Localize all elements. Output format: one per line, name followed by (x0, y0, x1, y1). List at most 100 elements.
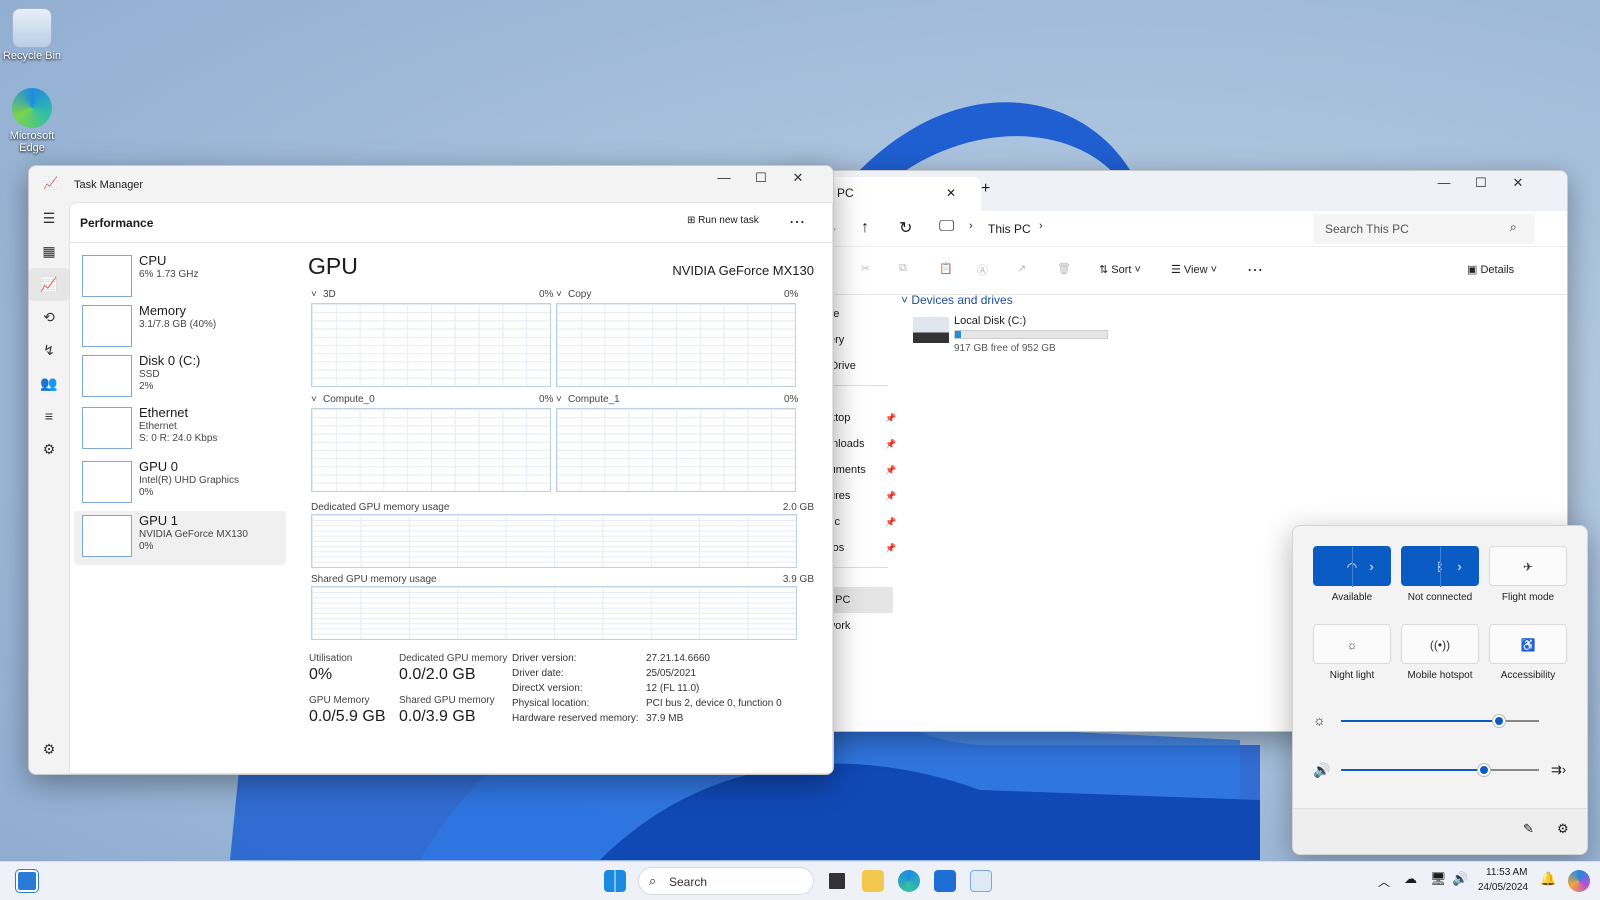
edit-icon[interactable]: ✎ (1523, 821, 1534, 837)
device-item-disk-0-c-[interactable]: Disk 0 (C:) SSD 2% (74, 351, 286, 405)
utilisation-label: Utilisation (309, 653, 353, 664)
brightness-fill (1341, 720, 1500, 722)
audio-output-icon[interactable]: ⇉› (1551, 762, 1566, 778)
accessibility-toggle[interactable]: ♿ (1489, 624, 1567, 664)
dedicated-memory-label: Dedicated GPU memory (399, 653, 508, 664)
hotspot-toggle[interactable]: ((•)) (1401, 624, 1479, 664)
engine-chevron-icon[interactable]: ˅ (556, 394, 562, 405)
more-options-button[interactable]: ⋯ (1247, 260, 1263, 280)
device-item-gpu-1[interactable]: GPU 1 NVIDIA GeForce MX130 0% (74, 511, 286, 565)
engine-graph (311, 303, 551, 387)
engine-name[interactable]: Compute_1 (568, 394, 620, 405)
onedrive-icon[interactable]: ☁ (1404, 871, 1417, 887)
widgets-icon[interactable] (15, 869, 39, 893)
settings-icon[interactable]: ⚙ (29, 733, 69, 766)
task-manager-taskbar-icon[interactable] (970, 870, 992, 892)
drive-capacity-bar (954, 330, 1108, 339)
brightness-slider[interactable] (1341, 715, 1539, 727)
tile-label: Mobile hotspot (1407, 670, 1473, 681)
network-icon[interactable]: 🖥 (1430, 871, 1447, 887)
minimize-button[interactable]: — (709, 170, 739, 185)
startup-apps-icon[interactable]: ↯ (29, 334, 69, 367)
volume-icon[interactable]: 🔊 (1313, 762, 1330, 779)
taskbar-search[interactable]: ⌕ Search (638, 867, 814, 895)
chevron-right-icon[interactable]: › (1352, 547, 1390, 587)
brightness-thumb[interactable] (1493, 715, 1506, 727)
file-explorer-taskbar-icon[interactable] (862, 870, 884, 892)
rename-icon[interactable]: Ⓐ (977, 262, 988, 278)
device-name: Ethernet (139, 405, 189, 420)
edge-desktop-icon[interactable]: Microsoft Edge (0, 88, 64, 154)
wifi-toggle[interactable]: ◠ › (1313, 546, 1391, 587)
clock-time[interactable]: 11:53 AM (1486, 867, 1528, 878)
copy-icon[interactable]: ⧉ (899, 262, 907, 275)
airplane-toggle[interactable]: ✈ (1489, 546, 1567, 586)
device-item-gpu-0[interactable]: GPU 0 Intel(R) UHD Graphics 0% (74, 457, 286, 511)
up-icon[interactable]: ↑ (861, 219, 869, 237)
details-icon[interactable]: ≡ (29, 400, 69, 433)
processes-icon[interactable]: ▦ (29, 235, 69, 268)
store-taskbar-icon[interactable] (934, 870, 956, 892)
engine-chevron-icon[interactable]: ˅ (556, 289, 562, 300)
volume-slider[interactable] (1341, 764, 1539, 776)
close-tab-icon[interactable]: ✕ (946, 186, 956, 200)
delete-icon[interactable]: 🗑 (1057, 262, 1071, 275)
hamburger-menu-icon[interactable]: ☰ (29, 202, 69, 235)
chevron-right-icon[interactable]: › (1039, 220, 1043, 232)
share-icon[interactable]: ↗ (1017, 262, 1026, 275)
engine-chevron-icon[interactable]: ˅ (311, 289, 317, 300)
breadcrumb-this-pc[interactable]: This PC (988, 222, 1031, 236)
engine-name[interactable]: Copy (568, 289, 591, 300)
engine-name[interactable]: Compute_0 (323, 394, 375, 405)
performance-icon[interactable]: 📈 (29, 268, 69, 301)
view-button[interactable]: ☰ View ˅ (1171, 263, 1217, 276)
copilot-icon[interactable] (1568, 870, 1590, 892)
services-icon[interactable]: ⚙ (29, 433, 69, 466)
close-button[interactable]: ✕ (783, 170, 813, 186)
bluetooth-toggle[interactable]: ᛒ › (1401, 546, 1479, 587)
tile-label: Night light (1329, 670, 1375, 681)
run-new-task-button[interactable]: ⊞ Run new task (687, 215, 759, 226)
notification-icon[interactable]: 🔔 (1540, 871, 1556, 887)
refresh-icon[interactable]: ↻ (899, 218, 912, 238)
task-view-icon[interactable] (826, 870, 848, 892)
device-item-cpu[interactable]: CPU 6% 1.73 GHz (74, 251, 286, 305)
engine-chevron-icon[interactable]: ˅ (311, 394, 317, 405)
search-box[interactable]: Search This PC ⌕ (1313, 214, 1535, 244)
volume-icon[interactable]: 🔊 (1452, 871, 1468, 887)
device-name: Memory (139, 303, 186, 318)
taskbar-search-label: Search (669, 875, 708, 889)
run-new-task-label: Run new task (698, 215, 759, 226)
maximize-button[interactable]: ☐ (746, 170, 776, 186)
paste-icon[interactable]: 📋 (939, 262, 953, 275)
info-key: Driver version: (512, 653, 577, 664)
recycle-bin-desktop-icon[interactable]: Recycle Bin (0, 8, 64, 62)
details-button[interactable]: ▣ Details (1467, 263, 1514, 276)
pin-icon: 📌 (885, 439, 897, 449)
start-icon[interactable] (604, 870, 626, 892)
device-detail: 0% (139, 541, 154, 552)
settings-icon[interactable]: ⚙ (1557, 821, 1569, 837)
show-hidden-icons-icon[interactable]: ︿ (1378, 873, 1390, 890)
minimize-button[interactable]: — (1429, 175, 1459, 190)
more-options-button[interactable]: ⋯ (789, 212, 805, 232)
device-item-memory[interactable]: Memory 3.1/7.8 GB (40%) (74, 301, 286, 355)
dedicated-memory-graph (311, 514, 797, 568)
device-item-ethernet[interactable]: Ethernet Ethernet S: 0 R: 24.0 Kbps (74, 403, 286, 457)
clock-date[interactable]: 24/05/2024 (1478, 882, 1528, 893)
section-devices-drives[interactable]: ˅ Devices and drives (901, 293, 1013, 307)
chevron-right-icon[interactable]: › (1440, 547, 1478, 587)
new-tab-button[interactable]: + (981, 180, 990, 198)
sort-button[interactable]: ⇅ Sort ˅ (1099, 263, 1141, 276)
engine-name[interactable]: 3D (323, 289, 336, 300)
app-history-icon[interactable]: ⟲ (29, 301, 69, 334)
pin-icon: 📌 (885, 543, 897, 553)
maximize-button[interactable]: ☐ (1466, 175, 1496, 191)
cut-icon[interactable]: ✂ (861, 262, 870, 275)
close-button[interactable]: ✕ (1503, 175, 1533, 191)
users-icon[interactable]: 👥 (29, 367, 69, 400)
volume-thumb[interactable] (1477, 764, 1490, 776)
night-light-toggle[interactable]: ☼ (1313, 624, 1391, 664)
edge-taskbar-icon[interactable] (898, 870, 920, 892)
drive-item[interactable]: Local Disk (C:) 917 GB free of 952 GB (911, 313, 1171, 357)
